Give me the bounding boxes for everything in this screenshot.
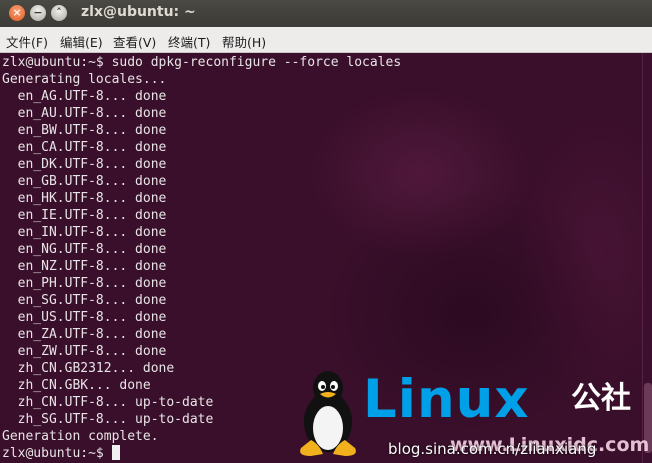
terminal-line: zh_CN.GBK... done <box>2 378 151 393</box>
terminal-line: en_DK.UTF-8... done <box>2 157 167 172</box>
menu-view[interactable]: 查看(V) <box>113 32 156 51</box>
terminal-line: en_NG.UTF-8... done <box>2 242 167 257</box>
menu-terminal[interactable]: 终端(T) <box>168 32 210 51</box>
text-cursor <box>111 445 120 460</box>
terminal-line: en_SG.UTF-8... done <box>2 293 167 308</box>
terminal-line: en_AG.UTF-8... done <box>2 89 167 104</box>
terminal-line: en_NZ.UTF-8... done <box>2 259 167 274</box>
menu-bar: 文件(F) 编辑(E) 查看(V) 终端(T) 帮助(H) <box>0 27 652 53</box>
terminal-line: Generation complete. <box>2 429 159 444</box>
terminal-line: en_US.UTF-8... done <box>2 310 167 325</box>
watermark: Linux 公社 www.Linuxidc.com blog.sina.com.… <box>293 366 649 460</box>
terminal-line: en_PH.UTF-8... done <box>2 276 167 291</box>
terminal-line: Generating locales... <box>2 72 167 87</box>
close-icon[interactable]: × <box>9 5 25 21</box>
menu-help[interactable]: 帮助(H) <box>222 32 266 51</box>
terminal-line: en_GB.UTF-8... done <box>2 174 167 189</box>
terminal-line: en_HK.UTF-8... done <box>2 191 167 206</box>
terminal-line: zh_CN.GB2312... done <box>2 361 175 376</box>
menu-edit[interactable]: 编辑(E) <box>60 32 103 51</box>
terminal-window: × − ˄ zlx@ubuntu: ~ 文件(F) 编辑(E) 查看(V) 终端… <box>0 0 652 463</box>
title-bar[interactable]: × − ˄ zlx@ubuntu: ~ <box>0 0 652 27</box>
terminal-prompt-line[interactable]: zlx@ubuntu:~$ <box>2 445 120 462</box>
terminal-line: zh_SG.UTF-8... up-to-date <box>2 412 214 427</box>
terminal-line: zlx@ubuntu:~$ sudo dpkg-reconfigure --fo… <box>2 55 402 70</box>
terminal-line: en_IN.UTF-8... done <box>2 225 167 240</box>
terminal-line: zh_CN.UTF-8... up-to-date <box>2 395 214 410</box>
watermark-blog: blog.sina.com.cn/zlianxiang <box>388 440 597 458</box>
terminal-line: en_BW.UTF-8... done <box>2 123 167 138</box>
tux-penguin-icon <box>300 371 356 456</box>
terminal-line: en_IE.UTF-8... done <box>2 208 167 223</box>
watermark-brand: Linux <box>363 369 530 430</box>
terminal-line: en_CA.UTF-8... done <box>2 140 167 155</box>
window-title: zlx@ubuntu: ~ <box>81 4 196 20</box>
terminal-line: en_ZW.UTF-8... done <box>2 344 167 359</box>
maximize-icon[interactable]: ˄ <box>51 5 67 21</box>
terminal-prompt: zlx@ubuntu:~$ <box>2 446 112 461</box>
watermark-brand-cn: 公社 <box>571 381 631 416</box>
menu-file[interactable]: 文件(F) <box>6 32 48 51</box>
terminal-line: en_AU.UTF-8... done <box>2 106 167 121</box>
minimize-icon[interactable]: − <box>30 5 46 21</box>
terminal-line: en_ZA.UTF-8... done <box>2 327 167 342</box>
